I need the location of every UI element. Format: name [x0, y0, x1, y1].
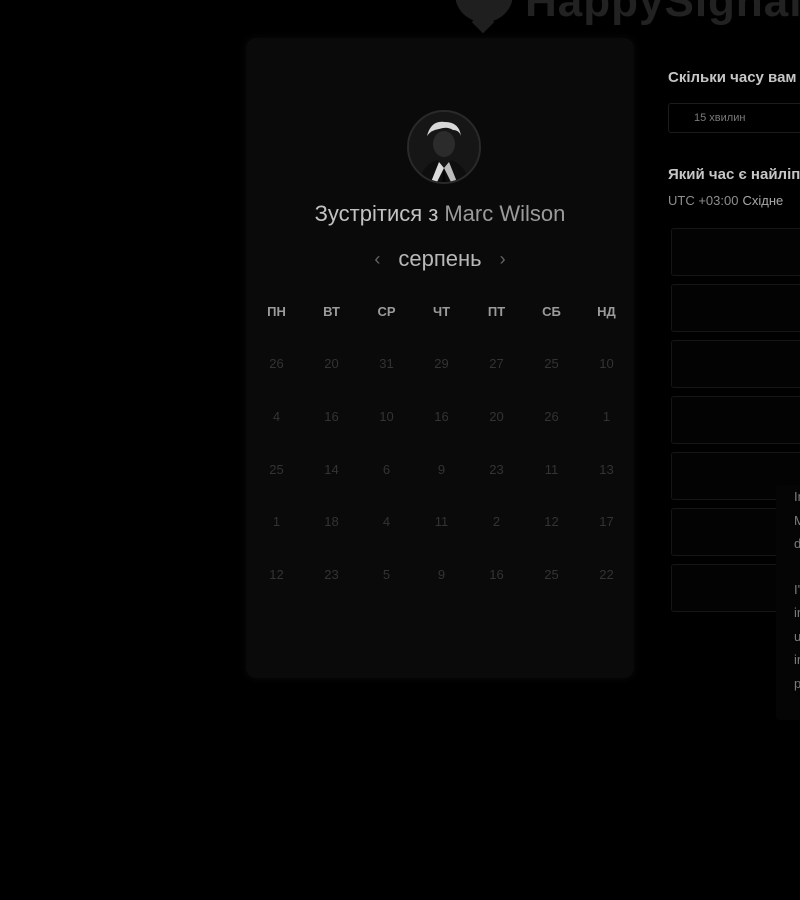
logo-icon	[455, 0, 513, 22]
calendar-day[interactable]: 2	[469, 514, 524, 567]
page-title: Зустрітися з Marc Wilson	[246, 201, 634, 227]
chat-text-line: u	[794, 628, 800, 644]
calendar-day[interactable]: 16	[414, 409, 469, 462]
timezone-selector[interactable]: UTC +03:00 Східне	[668, 193, 783, 208]
calendar-day[interactable]: 29	[414, 356, 469, 409]
time-heading: Який час є найліп	[668, 166, 800, 183]
calendar-day[interactable]: 10	[579, 356, 634, 409]
chat-text-line: In	[794, 489, 800, 504]
calendar-day[interactable]: 12	[524, 514, 579, 567]
calendar-day[interactable]: 4	[249, 409, 304, 462]
calendar-day[interactable]: 16	[469, 567, 524, 620]
calendar-day[interactable]: 11	[524, 462, 579, 515]
calendar-day[interactable]: 20	[469, 409, 524, 462]
calendar-day[interactable]: 6	[359, 462, 414, 515]
calendar-day[interactable]: 27	[469, 356, 524, 409]
time-slot[interactable]	[671, 340, 800, 388]
calendar-day[interactable]: 4	[359, 514, 414, 567]
calendar-day[interactable]: 5	[359, 567, 414, 620]
chat-text-line: I'	[794, 581, 800, 597]
weekday-header: ПН ВТ СР ЧТ ПТ СБ НД	[249, 304, 637, 319]
calendar-day[interactable]: 1	[579, 409, 634, 462]
weekday-label: ЧТ	[432, 304, 451, 319]
title-prefix: Зустрітися з	[314, 201, 439, 226]
chat-spacer	[776, 556, 800, 578]
chat-text-line: d	[794, 536, 800, 551]
scheduler-panel: Скільки часу вам 15 хвилин Який час є на…	[668, 0, 800, 900]
timezone-name: Східне	[742, 193, 784, 208]
weekday-label: НД	[597, 304, 616, 319]
calendar-day[interactable]: 20	[304, 356, 359, 409]
weekday-label: СБ	[542, 304, 561, 319]
calendar-day[interactable]: 1	[249, 514, 304, 567]
calendar-grid: 26 20 31 29 27 25 10 4 16 10 16 20 26 1 25 14 6 9 23 11 13 1 1…	[249, 356, 637, 620]
weekday-label: ПН	[267, 304, 286, 319]
avatar	[407, 110, 481, 184]
calendar-day[interactable]: 9	[414, 567, 469, 620]
chat-popup[interactable]: In M d I' ir u ir p	[776, 485, 800, 720]
calendar-day[interactable]: 12	[249, 567, 304, 620]
avatar-photo-icon	[409, 112, 479, 182]
calendar-day[interactable]: 23	[469, 462, 524, 515]
timezone-offset: UTC +03:00	[668, 193, 739, 208]
chat-text-line: p	[794, 675, 800, 691]
time-slot[interactable]	[671, 228, 800, 276]
time-slot[interactable]	[671, 284, 800, 332]
chat-text-line: ir	[794, 605, 800, 620]
calendar-day[interactable]: 26	[249, 356, 304, 409]
calendar-day[interactable]: 25	[249, 462, 304, 515]
calendar-day[interactable]: 17	[579, 514, 634, 567]
month-label: серпень	[398, 246, 482, 271]
calendar-day[interactable]: 26	[524, 409, 579, 462]
weekday-label: СР	[377, 304, 396, 319]
month-navigation: ‹ серпень ›	[246, 246, 634, 272]
calendar-day[interactable]: 25	[524, 356, 579, 409]
calendar-day[interactable]: 25	[524, 567, 579, 620]
calendar-day[interactable]: 10	[359, 409, 414, 462]
calendar-day[interactable]: 9	[414, 462, 469, 515]
next-month-button[interactable]: ›	[488, 249, 518, 270]
weekday-label: ВТ	[323, 304, 340, 319]
chat-text-line: M	[794, 512, 800, 528]
weekday-label: ПТ	[487, 304, 506, 319]
booking-card: Зустрітися з Marc Wilson ‹ серпень › ПН В…	[246, 38, 634, 678]
chat-text-line: ir	[794, 652, 800, 667]
calendar-day[interactable]: 23	[304, 567, 359, 620]
calendar-day[interactable]: 31	[359, 356, 414, 409]
calendar-day[interactable]: 18	[304, 514, 359, 567]
calendar-day[interactable]: 22	[579, 567, 634, 620]
calendar-day[interactable]: 14	[304, 462, 359, 515]
prev-month-button[interactable]: ‹	[362, 249, 392, 270]
calendar-day[interactable]: 13	[579, 462, 634, 515]
duration-select[interactable]: 15 хвилин	[668, 103, 800, 133]
host-name: Marc Wilson	[444, 201, 566, 226]
time-slot[interactable]	[671, 396, 800, 444]
calendar-day[interactable]: 16	[304, 409, 359, 462]
calendar-day[interactable]: 11	[414, 514, 469, 567]
duration-heading: Скільки часу вам	[668, 69, 797, 86]
